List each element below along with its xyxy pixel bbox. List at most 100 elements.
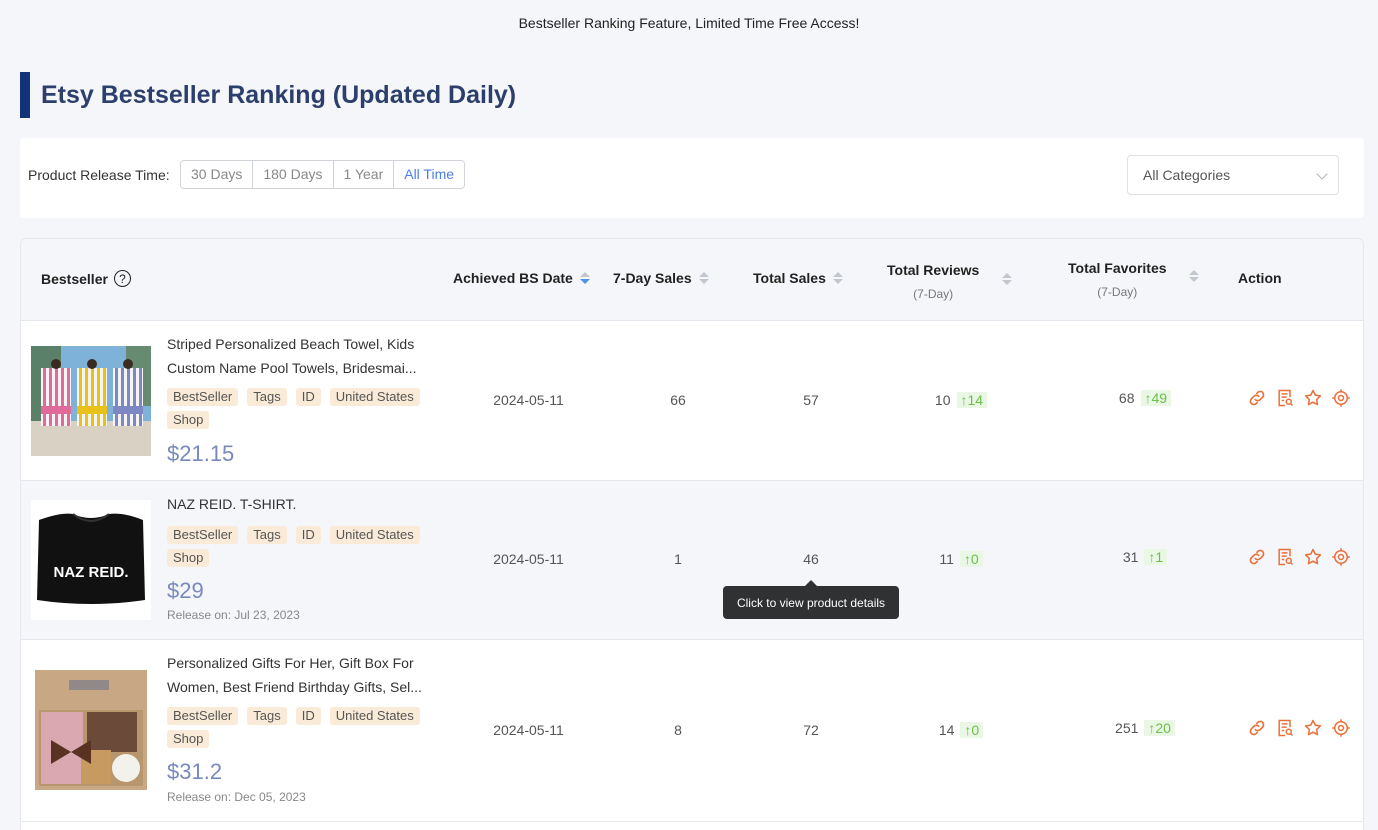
table-row[interactable]: NAZ REID. NAZ REID. T-SHIRT. BestSeller … — [21, 481, 1363, 640]
product-image-towels — [31, 346, 151, 456]
tag-bestseller[interactable]: BestSeller — [167, 526, 239, 544]
header-total-favorites[interactable]: Total Favorites (7-Day) — [1068, 260, 1167, 299]
product-price: $21.15 — [167, 441, 235, 466]
tag-id[interactable]: ID — [295, 388, 321, 406]
document-search-icon[interactable] — [1275, 718, 1295, 738]
bestseller-table: Bestseller ? Achieved BS Date 7-Day Sale… — [20, 238, 1364, 830]
product-tags: BestSeller Tags ID United States Shop — [167, 388, 437, 429]
product-image[interactable] — [31, 346, 151, 456]
tag-bestseller[interactable]: BestSeller — [167, 707, 239, 725]
promo-banner: Bestseller Ranking Feature, Limited Time… — [0, 0, 1378, 46]
sort-icon[interactable] — [698, 272, 709, 284]
tag-shop[interactable]: Shop — [167, 730, 210, 748]
favorites-delta: ↑1 — [1144, 549, 1168, 565]
header-bestseller: Bestseller ? — [41, 270, 131, 287]
tag-country[interactable]: United States — [329, 707, 420, 725]
row-actions — [1247, 547, 1351, 567]
total-favorites: 31 ↑1 — [1085, 549, 1205, 565]
target-icon[interactable] — [1331, 547, 1351, 567]
product-image-tshirt: NAZ REID. — [31, 500, 151, 620]
header-action: Action — [1238, 270, 1282, 286]
svg-text:NAZ REID.: NAZ REID. — [54, 564, 129, 581]
sort-icon[interactable] — [1002, 273, 1012, 285]
tag-shop[interactable]: Shop — [167, 411, 210, 429]
total-reviews: 14 ↑0 — [901, 722, 1021, 738]
row-actions — [1247, 388, 1351, 408]
sales-7day: 66 — [670, 392, 686, 408]
product-name[interactable]: Personalized Gifts For Her, Gift Box For… — [167, 651, 437, 699]
filter-panel: Product Release Time: 30 Days 180 Days 1… — [20, 138, 1364, 218]
product-price: $31.2 — [167, 759, 223, 784]
header-total-sales[interactable]: Total Sales — [753, 270, 843, 286]
product-image-giftbox — [31, 670, 151, 790]
product-name[interactable]: Striped Personalized Beach Towel, Kids C… — [167, 332, 437, 380]
help-icon[interactable]: ? — [113, 270, 131, 287]
header-bs-date[interactable]: Achieved BS Date — [453, 270, 590, 286]
product-tags: BestSeller Tags ID United States Shop — [167, 707, 437, 748]
page-title: Etsy Bestseller Ranking (Updated Daily) — [41, 80, 517, 109]
tag-tags[interactable]: Tags — [247, 526, 287, 544]
product-image[interactable]: NAZ REID. — [31, 500, 151, 620]
chevron-down-icon — [1316, 168, 1328, 180]
bs-date: 2024-05-11 — [493, 551, 564, 567]
release-30-days[interactable]: 30 Days — [181, 161, 254, 188]
header-total-reviews[interactable]: Total Reviews (7-Day) — [887, 262, 979, 301]
product-price: $29 — [167, 578, 204, 603]
release-time-label: Product Release Time: — [28, 167, 170, 183]
release-1-year[interactable]: 1 Year — [333, 161, 395, 188]
total-reviews: 10 ↑14 — [901, 392, 1021, 408]
row-actions — [1247, 718, 1351, 738]
release-all-time[interactable]: All Time — [394, 161, 465, 188]
tag-id[interactable]: ID — [295, 707, 321, 725]
document-search-icon[interactable] — [1275, 547, 1295, 567]
release-date: Release on: Dec 05, 2023 — [167, 790, 306, 804]
total-favorites: 68 ↑49 — [1085, 390, 1205, 406]
target-icon[interactable] — [1331, 388, 1351, 408]
release-date: Release on: Jul 23, 2023 — [167, 608, 300, 622]
product-name[interactable]: NAZ REID. T-SHIRT. — [167, 492, 437, 516]
sales-7day: 8 — [674, 722, 682, 738]
favorites-delta: ↑20 — [1144, 720, 1175, 736]
link-icon[interactable] — [1247, 547, 1267, 567]
total-sales[interactable]: 72 — [771, 722, 851, 738]
total-reviews: 11 ↑0 — [901, 551, 1021, 567]
reviews-delta: ↑14 — [956, 392, 988, 408]
reviews-delta: ↑0 — [960, 722, 984, 738]
category-select[interactable]: All Categories — [1127, 155, 1339, 195]
link-icon[interactable] — [1247, 718, 1267, 738]
bs-date: 2024-05-11 — [493, 722, 564, 738]
release-180-days[interactable]: 180 Days — [253, 161, 334, 188]
product-image[interactable] — [31, 670, 151, 790]
tag-country[interactable]: United States — [329, 526, 420, 544]
tag-shop[interactable]: Shop — [167, 549, 210, 567]
tag-country[interactable]: United States — [329, 388, 420, 406]
tag-tags[interactable]: Tags — [247, 388, 287, 406]
star-icon[interactable] — [1303, 388, 1323, 408]
product-tags: BestSeller Tags ID United States Shop — [167, 526, 437, 567]
title-accent-bar — [20, 72, 30, 118]
release-time-segmented: 30 Days 180 Days 1 Year All Time — [180, 160, 466, 189]
tooltip: Click to view product details — [723, 580, 899, 619]
favorites-delta: ↑49 — [1140, 390, 1172, 406]
total-sales[interactable]: 46 — [771, 551, 851, 567]
star-icon[interactable] — [1303, 718, 1323, 738]
table-header: Bestseller ? Achieved BS Date 7-Day Sale… — [21, 239, 1363, 321]
target-icon[interactable] — [1331, 718, 1351, 738]
reviews-delta: ↑0 — [959, 551, 983, 567]
star-icon[interactable] — [1303, 547, 1323, 567]
sort-icon[interactable] — [832, 272, 843, 284]
sort-icon[interactable] — [1189, 270, 1199, 282]
tag-tags[interactable]: Tags — [247, 707, 287, 725]
tag-bestseller[interactable]: BestSeller — [167, 388, 239, 406]
tag-id[interactable]: ID — [295, 526, 321, 544]
link-icon[interactable] — [1247, 388, 1267, 408]
total-favorites: 251 ↑20 — [1085, 720, 1205, 736]
table-row[interactable]: Striped Personalized Beach Towel, Kids C… — [21, 321, 1363, 481]
category-select-value: All Categories — [1143, 167, 1231, 183]
document-search-icon[interactable] — [1275, 388, 1295, 408]
header-7day-sales[interactable]: 7-Day Sales — [613, 270, 709, 286]
total-sales[interactable]: 57 — [771, 392, 851, 408]
table-row[interactable]: Personalized Gifts For Her, Gift Box For… — [21, 640, 1363, 822]
sort-icon[interactable] — [579, 272, 590, 284]
sales-7day: 1 — [674, 551, 682, 567]
